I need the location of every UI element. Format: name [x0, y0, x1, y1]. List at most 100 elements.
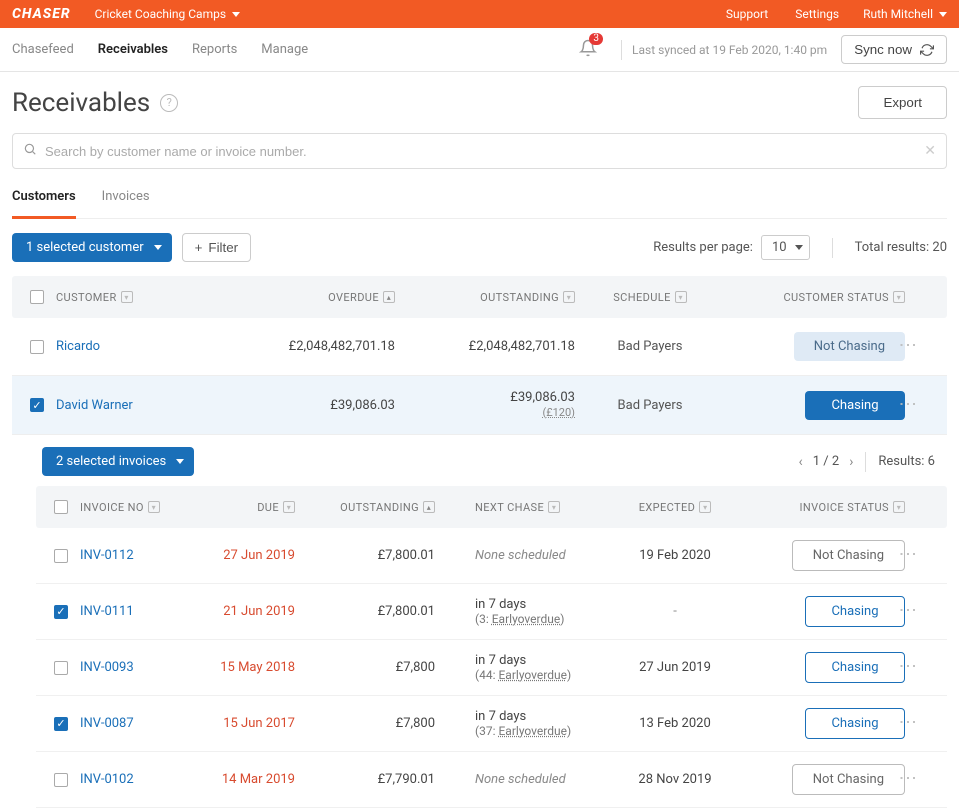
customers-table-header: CUSTOMER OVERDUE OUTSTANDING SCHEDULE CU…	[12, 276, 947, 318]
row-checkbox[interactable]	[54, 661, 68, 675]
next-chase: in 7 days	[475, 597, 526, 612]
page: Receivables ? Export ✕ Customers Invoice…	[0, 72, 959, 808]
row-checkbox[interactable]	[54, 717, 68, 731]
pager-next[interactable]: ›	[849, 454, 853, 470]
settings-link[interactable]: Settings	[795, 7, 839, 21]
row-checkbox[interactable]	[30, 398, 44, 412]
cell-schedule: Bad Payers	[575, 398, 725, 413]
expected: -	[673, 604, 677, 619]
export-button[interactable]: Export	[858, 86, 947, 119]
support-link[interactable]: Support	[726, 7, 768, 21]
th-schedule: SCHEDULE	[613, 291, 671, 304]
customer-name-link[interactable]: David Warner	[56, 398, 133, 413]
cell-schedule: Bad Payers	[575, 339, 725, 354]
tab-receivables[interactable]: Receivables	[98, 42, 168, 57]
help-icon[interactable]: ?	[160, 94, 178, 112]
invoice-link[interactable]: INV-0087	[80, 716, 134, 731]
sort-inv-status[interactable]	[893, 501, 905, 513]
invoice-status-chip[interactable]: Not Chasing	[792, 764, 905, 795]
select-all-invoices-checkbox[interactable]	[54, 500, 68, 514]
sort-schedule[interactable]	[675, 291, 687, 303]
invoices-table-header: INVOICE NO DUE OUTSTANDING NEXT CHASE EX…	[36, 486, 947, 528]
cell-outstanding: £7,800.01	[295, 548, 435, 563]
navbar: Chasefeed Receivables Reports Manage 3 L…	[0, 28, 959, 72]
row-more-icon[interactable]	[905, 657, 909, 674]
cell-overdue: £39,086.03	[235, 398, 395, 413]
cell-due: 21 Jun 2019	[175, 604, 295, 619]
cell-outstanding: £7,790.01	[295, 772, 435, 787]
row-more-icon[interactable]	[905, 545, 909, 562]
row-checkbox[interactable]	[54, 605, 68, 619]
invoice-link[interactable]: INV-0093	[80, 660, 134, 675]
subtab-invoices[interactable]: Invoices	[102, 179, 150, 218]
cell-outstanding: £39,086.03(£120)	[395, 390, 575, 420]
divider	[865, 452, 866, 472]
invoice-row: INV-0102 14 Mar 2019 £7,790.01 None sche…	[36, 752, 947, 808]
customer-name-link[interactable]: Ricardo	[56, 339, 100, 354]
row-more-icon[interactable]	[905, 395, 909, 412]
filter-button[interactable]: + Filter	[182, 233, 251, 262]
th-overdue: OVERDUE	[328, 291, 379, 304]
invoice-status-chip[interactable]: Chasing	[805, 708, 905, 739]
tab-chasefeed[interactable]: Chasefeed	[12, 42, 74, 57]
expected: 28 Nov 2019	[638, 772, 711, 787]
customer-status-chip[interactable]: Not Chasing	[794, 332, 905, 361]
selected-customers-button[interactable]: 1 selected customer	[12, 233, 172, 262]
filter-label: Filter	[208, 240, 238, 255]
search-input[interactable]	[45, 144, 924, 159]
credit-amount[interactable]: (£120)	[542, 406, 575, 419]
pager-prev[interactable]: ‹	[799, 454, 803, 470]
notifications-button[interactable]: 3	[579, 39, 597, 61]
next-chase-detail: (44: Earlyoverdue)	[475, 668, 605, 682]
sort-overdue[interactable]	[383, 291, 395, 303]
row-checkbox[interactable]	[30, 340, 44, 354]
invoice-status-chip[interactable]: Chasing	[805, 596, 905, 627]
selected-invoices-button[interactable]: 2 selected invoices	[42, 447, 194, 476]
subtab-customers[interactable]: Customers	[12, 179, 76, 219]
th-outstanding: OUTSTANDING	[480, 291, 559, 304]
invoices-panel: 2 selected invoices ‹ 1 / 2 › Results: 6…	[12, 435, 947, 808]
row-checkbox[interactable]	[54, 773, 68, 787]
invoice-status-chip[interactable]: Not Chasing	[792, 540, 905, 571]
invoice-link[interactable]: INV-0102	[80, 772, 134, 787]
invoices-table-body: INV-0112 27 Jun 2019 £7,800.01 None sche…	[36, 528, 947, 808]
user-menu[interactable]: Ruth Mitchell	[863, 7, 947, 21]
row-more-icon[interactable]	[905, 601, 909, 618]
search-icon	[23, 142, 37, 160]
chevron-down-icon	[232, 12, 240, 17]
row-more-icon[interactable]	[905, 336, 909, 353]
ith-out: OUTSTANDING	[340, 501, 419, 514]
search-box[interactable]: ✕	[12, 133, 947, 169]
sort-inv-next[interactable]	[548, 501, 560, 513]
sort-inv-due[interactable]	[283, 501, 295, 513]
expected: 27 Jun 2019	[639, 660, 711, 675]
sort-inv-exp[interactable]	[699, 501, 711, 513]
sort-inv-out[interactable]	[423, 501, 435, 513]
row-more-icon[interactable]	[905, 769, 909, 786]
row-more-icon[interactable]	[905, 713, 909, 730]
invoice-link[interactable]: INV-0112	[80, 548, 134, 563]
tab-manage[interactable]: Manage	[261, 42, 308, 57]
sort-status[interactable]	[893, 291, 905, 303]
ith-exp: EXPECTED	[639, 501, 696, 514]
sync-now-button[interactable]: Sync now	[841, 35, 947, 64]
select-all-checkbox[interactable]	[30, 290, 44, 304]
customer-status-chip[interactable]: Chasing	[805, 391, 905, 420]
rpp-select[interactable]: 10	[761, 235, 810, 260]
customers-table-body: Ricardo £2,048,482,701.18 £2,048,482,701…	[12, 318, 947, 435]
cell-outstanding: £7,800.01	[295, 604, 435, 619]
invoice-status-chip[interactable]: Chasing	[805, 652, 905, 683]
expected: 13 Feb 2020	[639, 716, 711, 731]
sort-inv-no[interactable]	[148, 501, 160, 513]
row-checkbox[interactable]	[54, 549, 68, 563]
sort-customer[interactable]	[121, 291, 133, 303]
divider	[621, 40, 622, 60]
clear-search-icon[interactable]: ✕	[924, 143, 936, 159]
invoice-row: INV-0093 15 May 2018 £7,800 in 7 days(44…	[36, 640, 947, 696]
invoice-link[interactable]: INV-0111	[80, 604, 134, 619]
sort-outstanding[interactable]	[563, 291, 575, 303]
tab-reports[interactable]: Reports	[192, 42, 237, 57]
org-switcher[interactable]: Cricket Coaching Camps	[95, 7, 240, 21]
selected-customers-label: 1 selected customer	[26, 240, 144, 255]
sync-now-label: Sync now	[854, 42, 912, 57]
